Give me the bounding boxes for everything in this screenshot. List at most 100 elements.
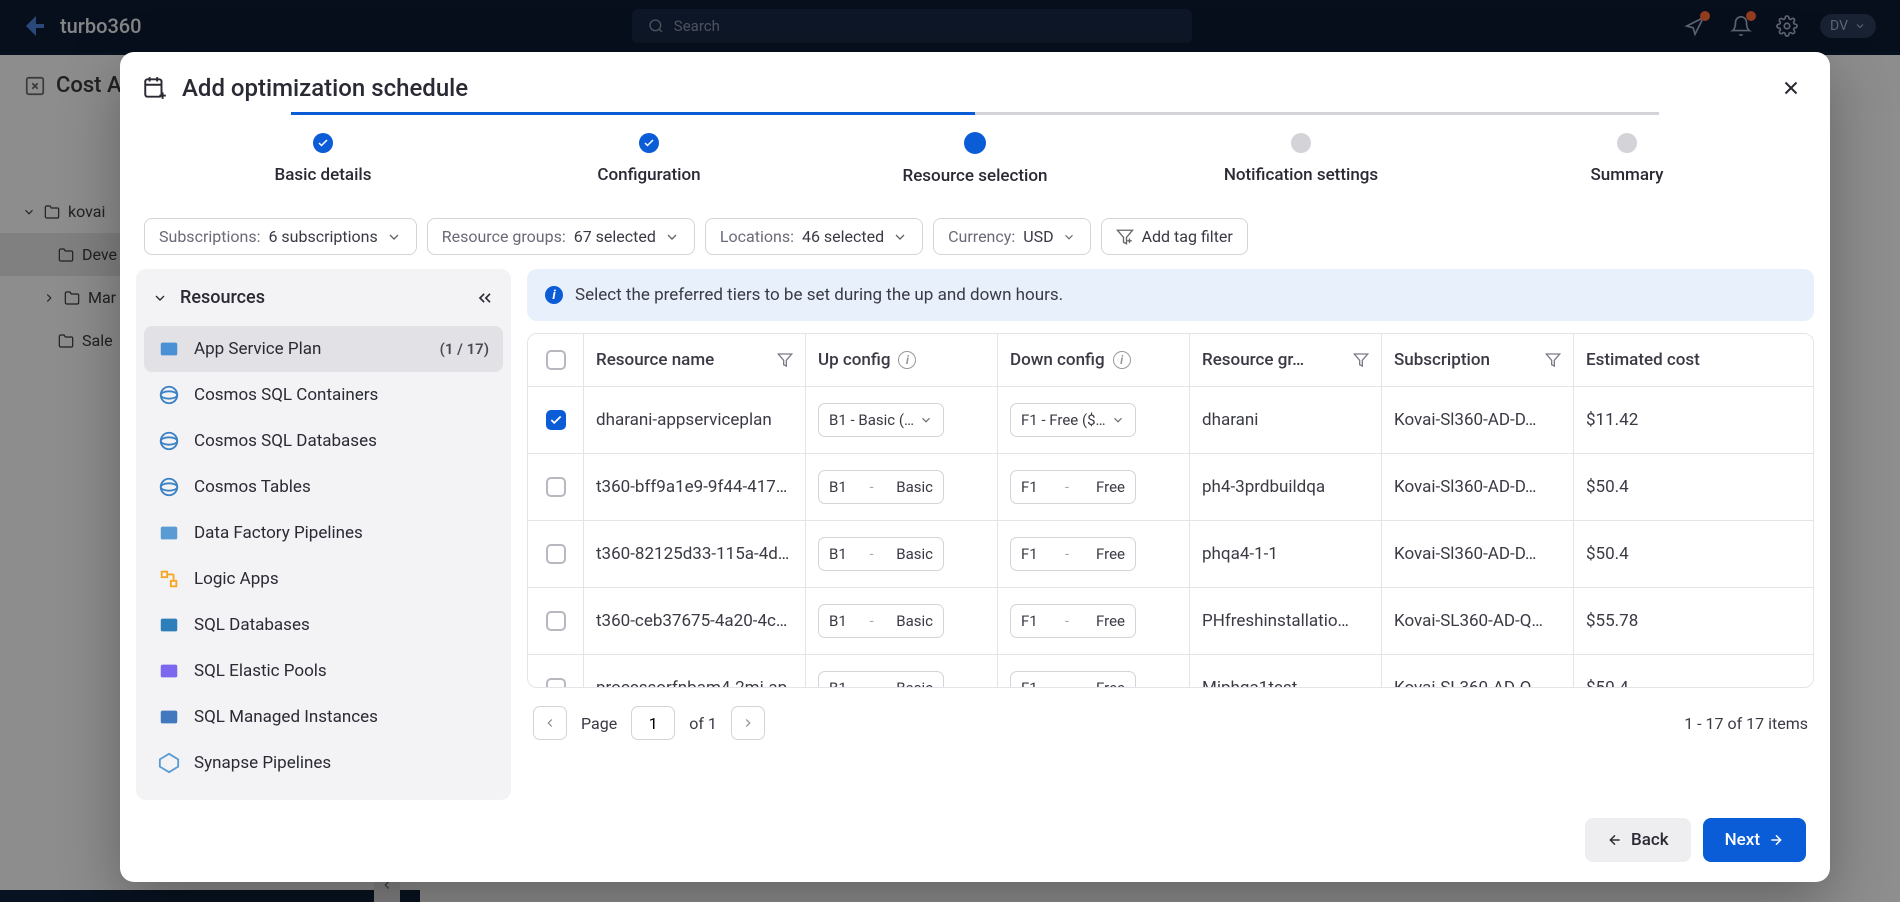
row-checkbox[interactable] xyxy=(546,410,566,430)
step-1[interactable]: Configuration xyxy=(486,133,812,185)
step-0[interactable]: Basic details xyxy=(160,133,486,185)
resource-type-item[interactable]: SQL Elastic Pools xyxy=(144,648,503,694)
info-banner-text: Select the preferred tiers to be set dur… xyxy=(575,285,1063,305)
modal-footer: Back Next xyxy=(120,800,1830,882)
filter-icon[interactable] xyxy=(1353,352,1369,368)
step-label: Notification settings xyxy=(1224,165,1378,185)
resources-list: App Service Plan (1 / 17) Cosmos SQL Conta… xyxy=(136,326,511,800)
config-display: F1-Free xyxy=(1010,470,1136,504)
table-row: t360-82125d33-115a-4d17-B1-BasicF1-Freep… xyxy=(528,521,1813,588)
row-checkbox[interactable] xyxy=(546,544,566,564)
filter-icon[interactable] xyxy=(1545,352,1561,368)
resource-type-label: App Service Plan xyxy=(194,339,321,359)
cosmos-icon xyxy=(158,430,180,452)
table-row: t360-ceb37675-4a20-4c68B1-BasicF1-FreePH… xyxy=(528,588,1813,655)
table-panel: i Select the preferred tiers to be set d… xyxy=(527,269,1814,800)
filter-add-icon xyxy=(1116,228,1134,246)
step-3[interactable]: Notification settings xyxy=(1138,133,1464,185)
add-tag-filter[interactable]: Add tag filter xyxy=(1101,218,1248,255)
table-body: dharani-appserviceplan B1 - Basic (… F1 - … xyxy=(528,387,1813,687)
cell-resource-group: dharani xyxy=(1190,387,1382,453)
modal-title-text: Add optimization schedule xyxy=(182,74,468,102)
next-button[interactable]: Next xyxy=(1703,818,1806,862)
currency-filter[interactable]: Currency: USD xyxy=(933,218,1090,255)
resource-type-item[interactable]: SQL Databases xyxy=(144,602,503,648)
sql-pool-icon xyxy=(158,660,180,682)
config-display: F1-Free xyxy=(1010,604,1136,638)
step-indicator xyxy=(639,133,659,153)
close-button[interactable] xyxy=(1780,77,1802,99)
info-icon[interactable]: i xyxy=(1113,351,1131,369)
config-display: B1-Basic xyxy=(818,470,944,504)
cell-cost: $11.42 xyxy=(1574,387,1724,453)
chevron-down-icon xyxy=(664,229,680,245)
config-select[interactable]: F1 - Free ($… xyxy=(1010,403,1136,437)
step-label: Resource selection xyxy=(903,166,1048,186)
chevron-down-icon[interactable] xyxy=(152,290,168,306)
cell-resource-group: Miphqa1test xyxy=(1190,655,1382,687)
subscriptions-filter[interactable]: Subscriptions: 6 subscriptions xyxy=(144,218,417,255)
col-header-sub: Subscription xyxy=(1394,350,1490,370)
chevron-down-icon xyxy=(919,413,933,427)
resource-groups-filter[interactable]: Resource groups: 67 selected xyxy=(427,218,695,255)
step-label: Configuration xyxy=(597,165,700,185)
resource-type-label: SQL Databases xyxy=(194,615,310,635)
col-header-cost: Estimated cost xyxy=(1586,350,1700,370)
locations-filter[interactable]: Locations: 46 selected xyxy=(705,218,923,255)
cell-resource-name: dharani-appserviceplan xyxy=(584,387,806,453)
resource-type-item[interactable]: App Service Plan (1 / 17) xyxy=(144,326,503,372)
resource-type-item[interactable]: SQL Managed Instances xyxy=(144,694,503,740)
chevron-down-icon xyxy=(386,229,402,245)
resource-type-item[interactable]: Data Factory Pipelines xyxy=(144,510,503,556)
config-select[interactable]: B1 - Basic (… xyxy=(818,403,944,437)
chevron-right-icon xyxy=(741,716,755,730)
page-input[interactable] xyxy=(631,706,675,740)
cell-resource-name: t360-82125d33-115a-4d17- xyxy=(584,521,806,587)
arrow-left-icon xyxy=(1607,832,1623,848)
step-2[interactable]: Resource selection xyxy=(812,132,1138,186)
resource-table: Resource name Up config i Down config i … xyxy=(527,333,1814,688)
resource-type-label: Data Factory Pipelines xyxy=(194,523,363,543)
filter-icon[interactable] xyxy=(777,352,793,368)
filters-row: Subscriptions: 6 subscriptions Resource … xyxy=(120,204,1830,269)
cell-resource-group: PHfreshinstallatio… xyxy=(1190,588,1382,654)
page-label: Page xyxy=(581,714,617,733)
resource-type-item[interactable]: Logic Apps xyxy=(144,556,503,602)
chevron-left-icon xyxy=(543,716,557,730)
resource-type-item[interactable]: Cosmos Tables xyxy=(144,464,503,510)
row-checkbox[interactable] xyxy=(546,678,566,687)
sql-icon xyxy=(158,614,180,636)
info-icon[interactable]: i xyxy=(898,351,916,369)
prev-page-button[interactable] xyxy=(533,706,567,740)
table-header: Resource name Up config i Down config i … xyxy=(528,334,1813,387)
resource-type-item[interactable]: Cosmos SQL Databases xyxy=(144,418,503,464)
select-all-checkbox[interactable] xyxy=(546,350,566,370)
resource-type-count: (1 / 17) xyxy=(440,340,489,358)
cell-subscription: Kovai-Sl360-AD-D… xyxy=(1382,521,1574,587)
config-display: B1-Basic xyxy=(818,537,944,571)
col-header-up: Up config xyxy=(818,350,890,370)
col-header-name: Resource name xyxy=(596,350,714,370)
chevron-down-icon xyxy=(892,229,908,245)
resource-type-label: Cosmos SQL Containers xyxy=(194,385,378,405)
row-checkbox[interactable] xyxy=(546,477,566,497)
panel-collapse-icon[interactable] xyxy=(475,288,495,308)
step-indicator xyxy=(1291,133,1311,153)
back-button[interactable]: Back xyxy=(1585,818,1691,862)
next-page-button[interactable] xyxy=(731,706,765,740)
step-label: Basic details xyxy=(274,165,371,185)
resource-type-item[interactable]: Cosmos SQL Containers xyxy=(144,372,503,418)
resource-type-label: Cosmos SQL Databases xyxy=(194,431,377,451)
step-indicator xyxy=(964,132,986,154)
row-checkbox[interactable] xyxy=(546,611,566,631)
resources-header-label: Resources xyxy=(180,287,265,308)
sql-mi-icon xyxy=(158,706,180,728)
config-display: B1-Basic xyxy=(818,671,944,687)
resource-type-item[interactable]: Synapse Pipelines xyxy=(144,740,503,786)
resource-type-label: Logic Apps xyxy=(194,569,279,589)
step-4[interactable]: Summary xyxy=(1464,133,1790,185)
cell-resource-name: t360-ceb37675-4a20-4c68 xyxy=(584,588,806,654)
cell-subscription: Kovai-Sl360-AD-D… xyxy=(1382,454,1574,520)
resource-type-label: Cosmos Tables xyxy=(194,477,311,497)
col-header-group: Resource gr… xyxy=(1202,350,1304,370)
